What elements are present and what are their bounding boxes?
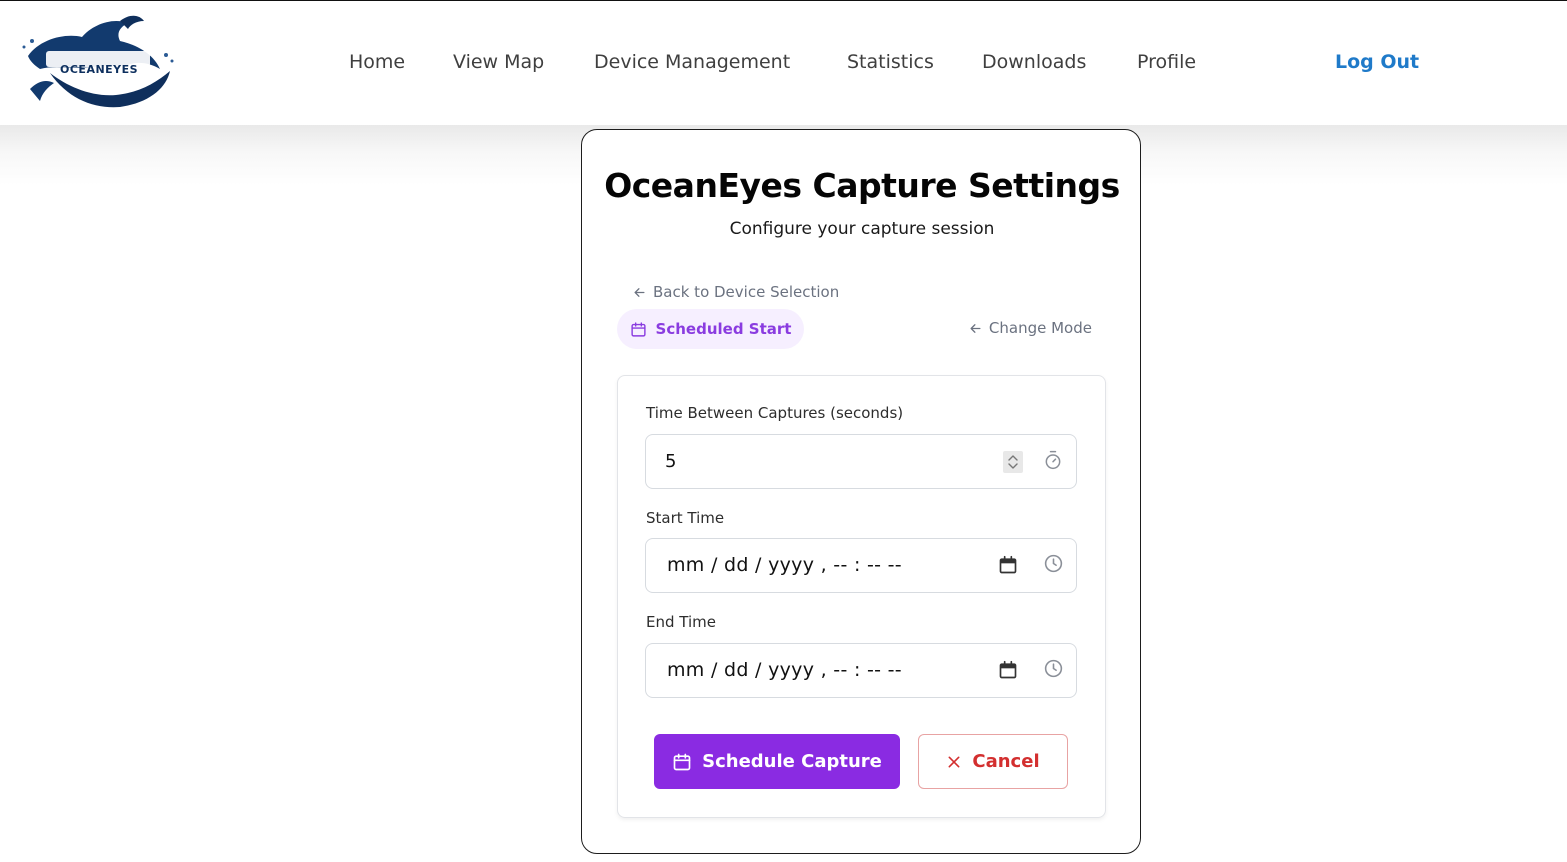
nav-device-management[interactable]: Device Management: [594, 51, 790, 73]
logo-text: OCEANEYES: [60, 63, 139, 76]
cancel-button[interactable]: Cancel: [918, 734, 1068, 789]
nav-profile[interactable]: Profile: [1137, 51, 1196, 73]
nav-view-map[interactable]: View Map: [453, 51, 544, 73]
back-to-device-selection-link[interactable]: Back to Device Selection: [632, 283, 839, 301]
arrow-left-icon: [634, 287, 645, 297]
close-icon: [948, 756, 960, 767]
mode-badge: Scheduled Start: [617, 309, 804, 349]
cancel-label: Cancel: [972, 751, 1040, 772]
start-time-value: mm / dd / yyyy , -- : -- --: [667, 554, 902, 576]
mode-label: Scheduled Start: [655, 320, 792, 338]
back-link-label: Back to Device Selection: [653, 283, 840, 301]
change-mode-label: Change Mode: [988, 319, 1092, 337]
oceaneyes-logo[interactable]: OCEANEYES: [20, 11, 180, 111]
clock-icon: [1044, 554, 1063, 573]
nav-downloads[interactable]: Downloads: [982, 51, 1086, 73]
interval-value: 5: [665, 451, 677, 472]
end-time-input[interactable]: mm / dd / yyyy , -- : -- --: [645, 643, 1077, 698]
navbar: OCEANEYES Home View Map Device Managemen…: [0, 1, 1567, 125]
calendar-icon: [630, 321, 646, 337]
nav-statistics[interactable]: Statistics: [847, 51, 934, 73]
nav-home[interactable]: Home: [349, 51, 405, 73]
schedule-capture-label: Schedule Capture: [702, 751, 882, 772]
number-spinner[interactable]: [1003, 451, 1023, 473]
whale-logo-icon: [22, 15, 174, 108]
interval-input[interactable]: 5: [645, 434, 1077, 489]
capture-settings-card: OceanEyes Capture Settings Configure you…: [581, 129, 1141, 854]
calendar-icon[interactable]: [998, 555, 1018, 575]
timer-icon: [1045, 450, 1061, 470]
capture-form: Time Between Captures (seconds) 5 Start …: [617, 375, 1106, 818]
start-time-input[interactable]: mm / dd / yyyy , -- : -- --: [645, 538, 1077, 593]
calendar-icon[interactable]: [998, 660, 1018, 680]
start-time-label: Start Time: [646, 509, 725, 527]
page-subtitle: Configure your capture session: [729, 219, 995, 239]
calendar-icon: [673, 753, 691, 770]
change-mode-button[interactable]: Change Mode: [968, 319, 1092, 337]
logout-link[interactable]: Log Out: [1335, 51, 1419, 73]
end-time-label: End Time: [646, 613, 716, 631]
interval-label: Time Between Captures (seconds): [646, 404, 904, 422]
spinner-arrows-icon: [1008, 455, 1018, 469]
clock-icon: [1044, 659, 1063, 678]
schedule-capture-button[interactable]: Schedule Capture: [654, 734, 900, 789]
end-time-value: mm / dd / yyyy , -- : -- --: [667, 659, 902, 681]
arrow-left-icon: [970, 323, 981, 333]
page-title: OceanEyes Capture Settings: [604, 166, 1120, 205]
